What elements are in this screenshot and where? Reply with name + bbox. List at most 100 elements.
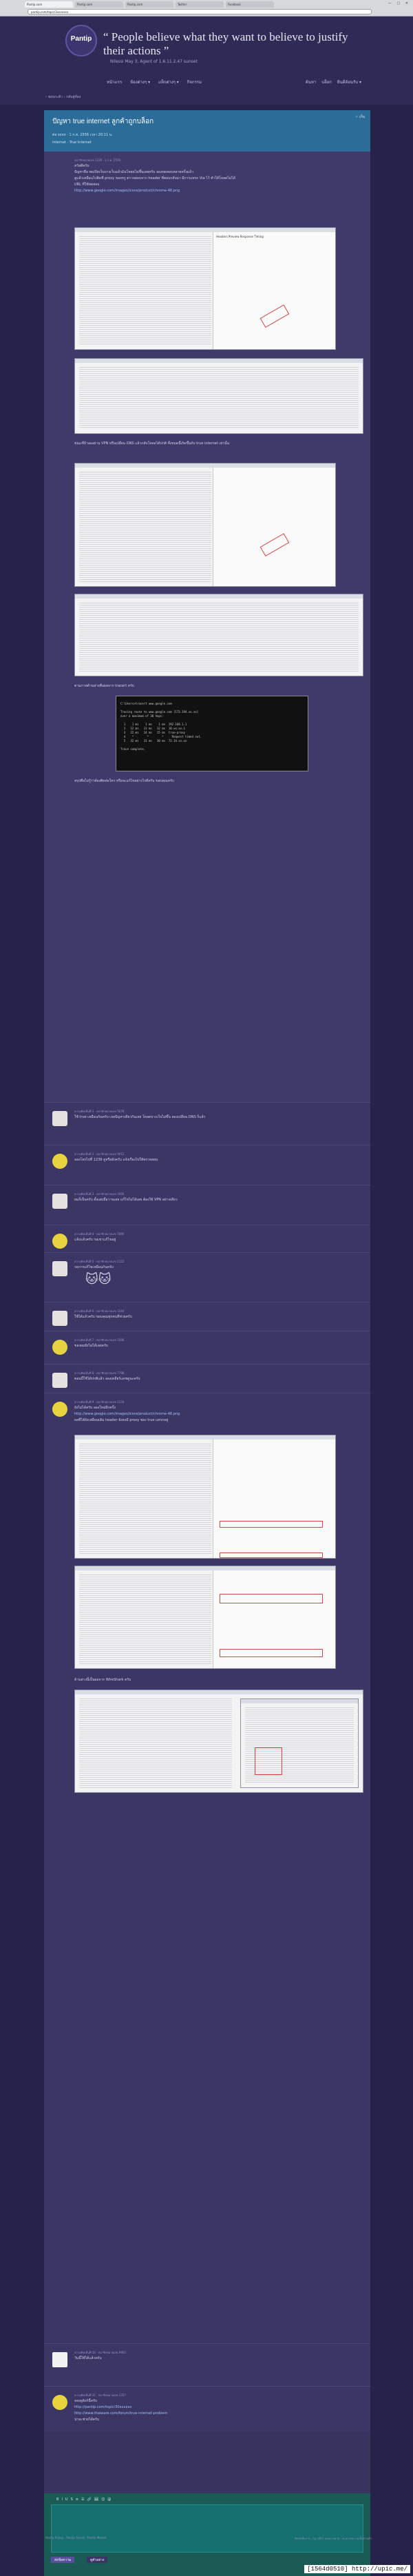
emoji-icon[interactable]: ☺	[101, 2497, 105, 2502]
comment-text: ตอนนี้ใช้ได้ปกติแล้ว ลองเคลียร์แคชดูนะคร…	[74, 1377, 140, 1381]
highlight-box	[220, 1594, 323, 1603]
avatar[interactable]	[52, 1194, 67, 1209]
user-menu[interactable]: ยินดีต้อนรับ ▾	[337, 79, 361, 85]
devtools-pane-title: Headers Preview Response Timing	[216, 235, 264, 238]
source-toolbar	[75, 594, 363, 599]
comment-meta: ความคิดเห็นที่ 4 · สมาชิกหมายเลข 7890	[74, 1232, 125, 1236]
highlight-box	[220, 1649, 323, 1657]
highlight-box	[255, 1747, 282, 1775]
comment-link[interactable]: http://www.thaiware.com/forum/true-inter…	[74, 2411, 363, 2417]
comment-text: ใช้ true เหมือนกันครับ เจอปัญหาเดียวกันเ…	[74, 1115, 206, 1119]
topic-tags[interactable]: Internet · True Internet	[52, 141, 362, 145]
comment-meta: ความคิดเห็นที่ 5 · สมาชิกหมายเลข 1122	[74, 1260, 125, 1263]
comment-1: ความคิดเห็นที่ 1 · สมาชิกหมายเลข 5678 ใช้…	[44, 1102, 370, 1145]
bold-button[interactable]: B	[56, 2497, 59, 2502]
browser-tab[interactable]: Pantip.com	[75, 1, 123, 8]
avatar[interactable]	[52, 2395, 67, 2410]
response-source-screenshot	[74, 358, 363, 434]
underline-button[interactable]: U	[65, 2497, 68, 2502]
blog-link[interactable]: บล็อก	[321, 79, 332, 85]
comment-10: ความคิดเห็นที่ 10 · สมาชิกหมายเลข 9900 วั…	[44, 2343, 370, 2386]
devtools-screenshot-2	[74, 463, 336, 587]
reply-textarea[interactable]	[51, 2504, 363, 2553]
avatar[interactable]	[52, 1402, 67, 1417]
avatar[interactable]	[52, 1154, 67, 1169]
highlight-box	[220, 1521, 323, 1528]
comment-meta: ความคิดเห็นที่ 7 · สมาชิกหมายเลข 5566	[74, 1338, 125, 1342]
avatar[interactable]	[52, 1311, 67, 1326]
strike-button[interactable]: S	[71, 2497, 73, 2502]
comment-3: ความคิดเห็นที่ 3 · สมาชิกหมายเลข 3456 ผมก…	[44, 1185, 370, 1225]
devtools-headers-pane	[213, 1440, 335, 1558]
avatar[interactable]	[52, 1261, 67, 1276]
comment-link[interactable]: http://pantip.com/topic/30xxxxxx	[74, 2404, 363, 2411]
reply-box: B I U S ≡ ☰ 🔗 🖼 ☺ @ ส่งข้อความ ดูตัวอย่า…	[44, 2493, 370, 2576]
op-link-label: URL ที่ใช้ทดสอบ	[74, 183, 100, 187]
comment-meta: ความคิดเห็นที่ 2 · สมาชิกหมายเลข 9012	[74, 1152, 125, 1156]
comment-meta: ความคิดเห็นที่ 8 · สมาชิกหมายเลข 7788	[74, 1371, 125, 1375]
original-post: สมาชิกหมายเลข 1234 · 1 ก.ค. 2556 สวัสดีค…	[44, 152, 370, 1102]
devtools-headers-pane: Headers Preview Response Timing	[213, 232, 335, 349]
topic-meta: ต่อ xxxx · 1 ก.ค. 2556 เวลา 20:11 น.	[52, 133, 113, 137]
comment-5: ความคิดเห็นที่ 5 · สมาชิกหมายเลข 1122 รอก…	[44, 1252, 370, 1302]
nav-tags[interactable]: แท็กต่างๆ ▾	[158, 79, 179, 85]
avatar[interactable]	[52, 1373, 67, 1388]
op-body-2: ขณะที่ถ้าลองผ่าน VPN หรือเปลี่ยน DNS แล้…	[74, 441, 363, 447]
devtools-screenshot-3	[74, 1435, 336, 1559]
image-icon[interactable]: 🖼	[94, 2497, 98, 2502]
avatar[interactable]	[52, 1234, 67, 1249]
comment-7: ความคิดเห็นที่ 7 · สมาชิกหมายเลข 5566 ของ…	[44, 1331, 370, 1364]
browser-tab[interactable]: Pantip.com	[25, 1, 73, 8]
search-link[interactable]: ค้นหา	[306, 79, 316, 85]
op-paragraph: ขณะที่ถ้าลองผ่าน VPN หรือเปลี่ยน DNS แล้…	[74, 442, 230, 446]
comment-meta: ความคิดเห็นที่ 3 · สมาชิกหมายเลข 3456	[74, 1192, 125, 1196]
avatar[interactable]	[52, 2352, 67, 2367]
comment-text: ใช้ได้แล้วครับ ขอบคุณทุกคนที่ช่วยครับ	[74, 1315, 132, 1319]
highlight-box	[220, 1552, 323, 1558]
comment-text: รอการแก้ไขเหมือนกันครับ	[74, 1265, 114, 1269]
preview-button[interactable]: ดูตัวอย่าง	[87, 2557, 108, 2563]
user-nav: ค้นหา บล็อก ยินดีต้อนรับ ▾	[306, 79, 361, 85]
comment-4: ความคิดเห็นที่ 4 · สมาชิกหมายเลข 7890 แจ้…	[44, 1225, 370, 1252]
avatar[interactable]	[52, 1340, 67, 1355]
comment-text: ผมก็เป็นครับ ตั้งแต่เมื่อวานเลย แก้ไขไม่…	[74, 1198, 178, 1202]
browser-chrome: Pantip.com Pantip.com Pantip.com Twitter…	[0, 0, 413, 17]
address-bar[interactable]: pantip.com/topic/3xxxxxxx	[28, 9, 372, 14]
browser-tab[interactable]: Facebook	[226, 1, 274, 8]
site-logo[interactable]: Pantip	[65, 25, 97, 56]
source-lines	[79, 366, 359, 429]
comment-meta: ความคิดเห็นที่ 6 · สมาชิกหมายเลข 3344	[74, 1309, 125, 1313]
browser-tabs: Pantip.com Pantip.com Pantip.com Twitter…	[25, 1, 274, 8]
list-button[interactable]: ☰	[81, 2497, 84, 2502]
comment-text: ลองดูลิงก์นี้ครับ	[74, 2399, 97, 2403]
op-body-3: ตามภาพด้านล่างคือผลจาก tracert ครับ	[74, 683, 363, 689]
avatar[interactable]	[52, 1111, 67, 1126]
nav-home[interactable]: หน้าแรก	[107, 79, 122, 85]
browser-tab[interactable]: Pantip.com	[125, 1, 173, 8]
op-link[interactable]: http://www.google.com/images/icons/produ…	[74, 188, 363, 194]
comment-11: ความคิดเห็นที่ 11 · สมาชิกหมายเลข 1357 ล…	[44, 2386, 370, 2431]
nav-rooms[interactable]: ห้องต่างๆ ▾	[130, 79, 150, 85]
bookmark-button[interactable]: ☆ เก็บ	[355, 114, 365, 120]
breadcrumb[interactable]: ‹ ชอบกะต้ว › กลับสู่ห้อง	[45, 94, 81, 100]
op-meta: สมาชิกหมายเลข 1234 · 1 ก.ค. 2556	[74, 158, 121, 162]
align-button[interactable]: ≡	[76, 2497, 78, 2502]
comment-2: ความคิดเห็นที่ 2 · สมาชิกหมายเลข 9012 ลอง…	[44, 1145, 370, 1185]
link-icon[interactable]: 🔗	[87, 2497, 91, 2502]
tracert-terminal: C:\Users>tracert www.google.com Tracing …	[116, 696, 308, 771]
comment-6: ความคิดเห็นที่ 6 · สมาชิกหมายเลข 3344 ใช้…	[44, 1302, 370, 1331]
nav-activity[interactable]: กิจกรรม	[187, 79, 202, 85]
comment-text: ผลที่ได้ยังเหมือนเดิม header ยังคงมี pro…	[74, 1418, 169, 1422]
window-controls[interactable]: — ▢ ✕	[388, 1, 410, 6]
comment-link[interactable]: http://www.google.com/images/icons/produ…	[74, 1411, 363, 1417]
footer-links-left[interactable]: Pantip Pickup · Pantip Trends · Pantip M…	[45, 2536, 106, 2541]
italic-button[interactable]: I	[61, 2497, 62, 2502]
topic-container: ปัญหา true internet ลูกค้าถูกบล็อก ต่อ x…	[44, 110, 370, 2576]
comment-meta: ความคิดเห็นที่ 1 · สมาชิกหมายเลข 5678	[74, 1110, 125, 1113]
wireshark-screenshot	[74, 1690, 363, 1793]
submit-button[interactable]: ส่งข้อความ	[51, 2557, 75, 2563]
devtools-screenshot-4	[74, 1566, 336, 1669]
browser-tab[interactable]: Twitter	[176, 1, 224, 8]
footer-links-right[interactable]: ติดต่อทีมงาน · กฎ กติกา และมารยาท · นโยบ…	[295, 2536, 372, 2541]
mention-icon[interactable]: @	[107, 2497, 111, 2502]
